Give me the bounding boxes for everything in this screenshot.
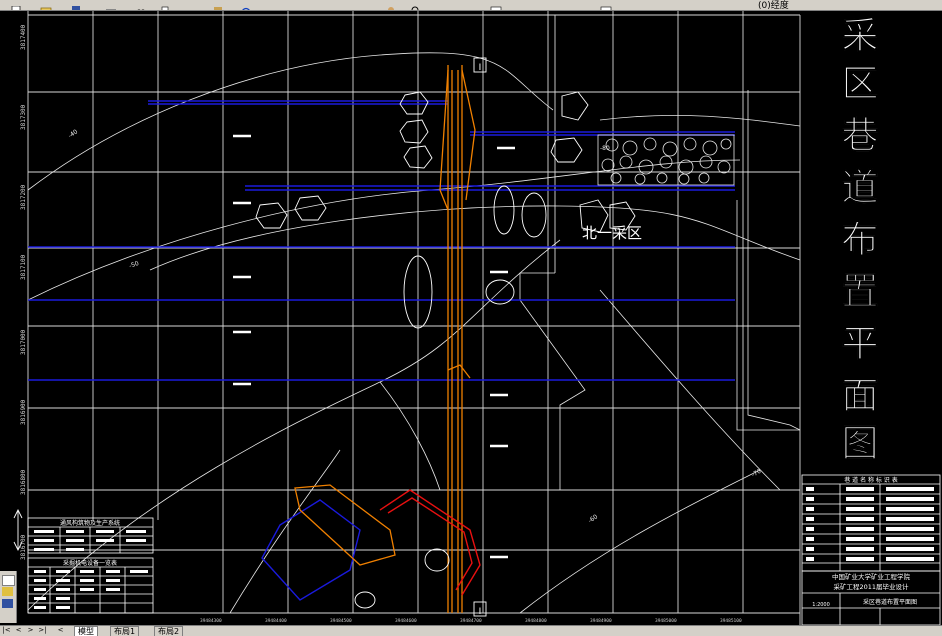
layer-icon[interactable] xyxy=(2,587,13,596)
table-title: 通风构筑物及生产系统 xyxy=(60,519,120,527)
copy-icon[interactable] xyxy=(160,0,172,10)
first-tab-icon[interactable]: |< xyxy=(2,626,11,635)
grid-label: 39485000 xyxy=(655,618,677,624)
title-block-drawing-name: 采区巷道布置平面图 xyxy=(863,598,917,606)
save-icon[interactable] xyxy=(70,0,82,10)
grid-label: 3817200 xyxy=(20,184,27,210)
grid-label: 39484600 xyxy=(395,618,417,624)
zoom-icon[interactable] xyxy=(410,0,422,10)
layout-tab-bar: |< < > >| < 模型 布局1 布局2 xyxy=(0,625,942,636)
legend-title: 巷 道 名 称 标 识 表 xyxy=(844,476,897,484)
grid-label: 3816800 xyxy=(20,469,27,495)
palette-icon[interactable] xyxy=(2,575,15,586)
cut-icon[interactable] xyxy=(135,0,147,10)
grid-label: 3817300 xyxy=(20,104,27,130)
title-char: 布 xyxy=(842,217,879,261)
title-char: 巷 xyxy=(842,113,880,157)
title-block-project: 采矿工程2011届毕业设计 xyxy=(833,582,909,591)
table-title: 采掘机电设备一览表 xyxy=(63,559,117,567)
grid-label: 3816700 xyxy=(20,534,27,560)
grid-label: 3817100 xyxy=(20,254,27,280)
drawing-canvas[interactable]: -40 -50 -60 -70 -80 3817400 3817300 3817… xyxy=(0,10,942,625)
toolbar-partial-label: (0)经度 xyxy=(758,1,789,11)
title-block-school: 中国矿业大学矿业工程学院 xyxy=(832,572,911,581)
properties-icon[interactable] xyxy=(2,599,13,608)
vertical-title: 采 区 巷 道 布 置 平 面 图 xyxy=(841,13,880,466)
title-block-scale: 1:2000 xyxy=(812,602,830,608)
prev-tab-icon[interactable]: < xyxy=(14,626,23,635)
grid-label: 3816900 xyxy=(20,399,27,425)
section-marker: I xyxy=(479,63,482,73)
paste-icon[interactable] xyxy=(212,0,224,10)
grid-label: 39484300 xyxy=(200,618,222,624)
title-char: 面 xyxy=(842,373,879,417)
next-tab-icon[interactable]: > xyxy=(26,626,35,635)
grid-label: 39484900 xyxy=(590,618,612,624)
layer-icon[interactable] xyxy=(600,0,612,10)
title-char: 采 xyxy=(842,13,879,57)
print-icon[interactable] xyxy=(105,0,117,10)
grid-label: 39484400 xyxy=(265,618,287,624)
grid-label: 39484700 xyxy=(460,618,482,624)
grid-label: 39484500 xyxy=(330,618,352,624)
undo-icon[interactable] xyxy=(240,0,252,10)
grid-label: 3817000 xyxy=(20,329,27,355)
last-tab-icon[interactable]: >| xyxy=(38,626,47,635)
side-toolbar xyxy=(0,571,17,623)
open-icon[interactable] xyxy=(40,0,52,10)
title-char: 平 xyxy=(842,321,879,365)
properties-icon[interactable] xyxy=(490,0,502,10)
contour-label: -80 xyxy=(600,145,610,152)
section-marker: I xyxy=(479,607,482,617)
title-char: 区 xyxy=(842,61,879,105)
title-char: 置 xyxy=(842,269,879,313)
grid-label: 3817400 xyxy=(20,24,27,50)
pan-icon[interactable] xyxy=(385,0,397,10)
area-label: 北一采区 xyxy=(582,224,642,242)
toolbar: (0)经度 xyxy=(0,0,942,11)
grid-label: 39485100 xyxy=(720,618,742,624)
tab-scroll-icon[interactable]: < xyxy=(56,626,65,635)
new-file-icon[interactable] xyxy=(10,0,22,10)
title-char: 图 xyxy=(842,421,879,465)
grid-label: 39484800 xyxy=(525,618,547,624)
title-char: 道 xyxy=(842,165,879,209)
